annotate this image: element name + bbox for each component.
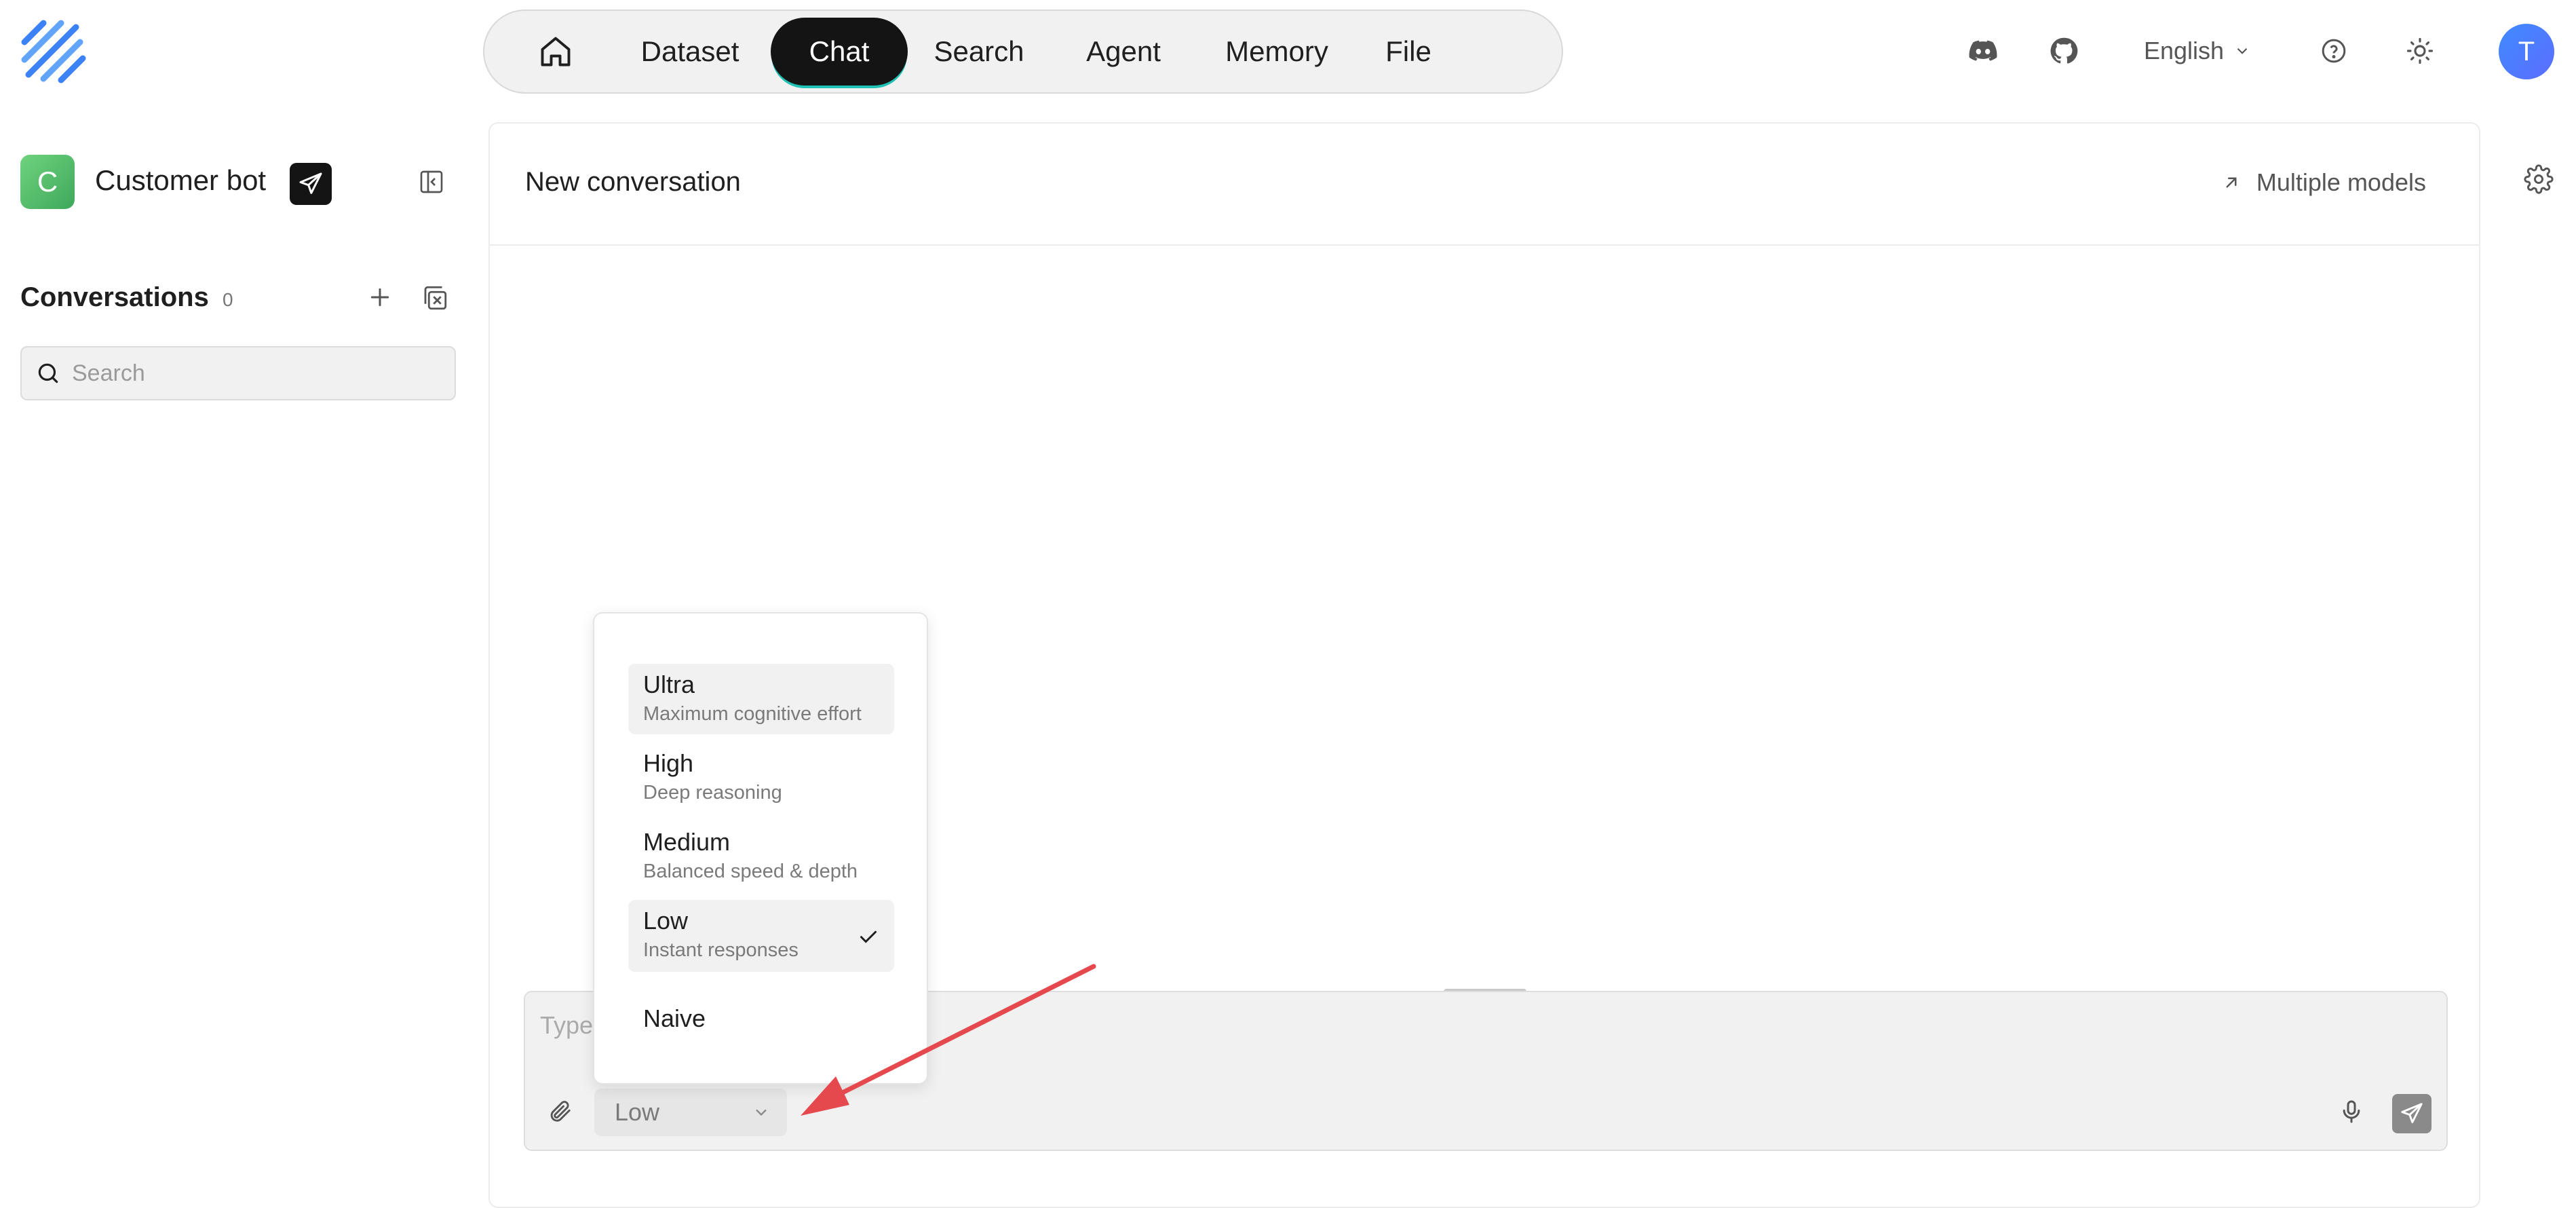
language-label: English	[2144, 37, 2225, 64]
multiple-models-label: Multiple models	[2256, 168, 2426, 196]
theme-toggle[interactable]	[2406, 27, 2434, 75]
chevron-down-icon	[756, 1109, 767, 1116]
conversation-search[interactable]	[20, 346, 456, 400]
discord-icon	[1969, 40, 1997, 61]
multiple-models-button[interactable]: Multiple models	[2221, 168, 2426, 197]
nav-memory[interactable]: Memory	[1209, 18, 1345, 86]
nav-agent[interactable]: Agent	[1069, 18, 1178, 86]
app-logo[interactable]	[19, 18, 90, 88]
effort-option-medium[interactable]: Medium Balanced speed & depth	[628, 821, 894, 892]
new-conversation-button[interactable]	[366, 284, 393, 314]
sidebar-collapse-icon	[420, 170, 443, 193]
reasoning-effort-menu: Ultra Maximum cognitive effort High Deep…	[593, 612, 928, 1084]
search-icon	[38, 363, 58, 383]
option-description: Balanced speed & depth	[643, 861, 858, 882]
option-description: Deep reasoning	[643, 782, 782, 804]
conversations-count: 0	[223, 289, 233, 310]
option-label: Medium	[643, 828, 731, 856]
nav-search[interactable]: Search	[923, 18, 1035, 86]
effort-option-naive[interactable]: Naive	[628, 991, 894, 1045]
language-select[interactable]: English	[2144, 27, 2251, 75]
send-icon	[2401, 1103, 2423, 1124]
home-icon	[541, 37, 571, 67]
option-label: Ultra	[643, 671, 695, 698]
effort-select-value: Low	[615, 1098, 660, 1126]
option-label: Naive	[643, 1004, 706, 1032]
discord-button[interactable]	[1967, 27, 1999, 75]
nav-chat[interactable]: Chat	[771, 18, 908, 86]
nav-home[interactable]	[524, 18, 588, 86]
send-icon	[299, 172, 322, 194]
effort-option-low[interactable]: Low Instant responses	[628, 900, 894, 972]
sun-icon	[2406, 37, 2434, 64]
github-icon	[2050, 37, 2078, 64]
search-input[interactable]	[71, 359, 450, 388]
attach-file-button[interactable]	[547, 1098, 573, 1127]
option-label: High	[643, 749, 694, 777]
chat-header: New conversation Multiple models	[490, 124, 2479, 246]
nav-file[interactable]: File	[1368, 18, 1449, 86]
help-icon	[2322, 39, 2346, 63]
effort-option-high[interactable]: High Deep reasoning	[628, 742, 894, 813]
gear-icon	[2524, 164, 2554, 194]
clear-conversations-button[interactable]	[421, 284, 449, 316]
arrow-up-right-icon	[2226, 177, 2237, 188]
paperclip-icon	[550, 1101, 571, 1122]
bot-avatar: C	[20, 155, 75, 209]
effort-option-ultra[interactable]: Ultra Maximum cognitive effort	[628, 664, 894, 734]
chevron-down-icon	[2237, 48, 2248, 54]
github-button[interactable]	[2049, 27, 2079, 75]
check-icon	[860, 930, 877, 943]
collapse-sidebar-button[interactable]	[418, 168, 445, 199]
help-button[interactable]	[2320, 27, 2347, 75]
send-message-button[interactable]	[2392, 1094, 2431, 1133]
main-nav: Dataset Chat Search Agent Memory File	[483, 10, 1563, 94]
logo-icon	[21, 20, 86, 83]
message-input-placeholder[interactable]: Type	[540, 1011, 593, 1040]
conversations-heading: Conversations	[20, 282, 209, 312]
delete-all-icon	[424, 286, 447, 310]
voice-input-button[interactable]	[2338, 1098, 2365, 1129]
plus-icon	[370, 288, 389, 307]
user-initial: T	[2518, 36, 2535, 67]
nav-dataset[interactable]: Dataset	[619, 18, 761, 86]
chat-settings-button[interactable]	[2524, 164, 2554, 197]
option-description: Maximum cognitive effort	[643, 703, 862, 725]
microphone-icon	[2343, 1100, 2360, 1123]
reasoning-effort-select[interactable]: Low	[594, 1089, 787, 1136]
user-avatar[interactable]: T	[2499, 24, 2554, 79]
bot-initial: C	[37, 166, 58, 197]
bot-name: Customer bot	[95, 164, 267, 196]
share-bot-button[interactable]	[290, 163, 332, 205]
conversation-title: New conversation	[525, 167, 741, 197]
